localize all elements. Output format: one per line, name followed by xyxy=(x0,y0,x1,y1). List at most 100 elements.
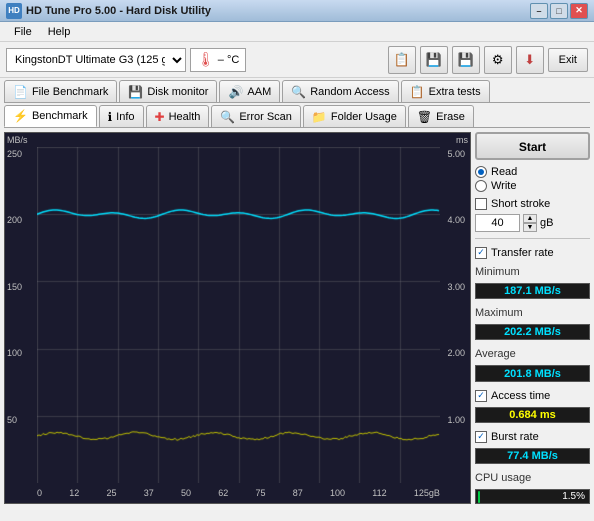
x-4: 50 xyxy=(181,488,191,498)
tab-folder-usage[interactable]: 📁 Folder Usage xyxy=(303,105,406,127)
transfer-rate-label: Transfer rate xyxy=(491,247,554,259)
radio-read[interactable]: Read xyxy=(475,166,590,178)
toolbar-btn-1[interactable]: 📋 xyxy=(388,46,416,74)
start-button[interactable]: Start xyxy=(475,132,590,160)
temp-value: – °C xyxy=(218,54,240,66)
average-value: 201.8 MB/s xyxy=(475,365,590,381)
radio-read-circle xyxy=(475,166,487,178)
tab-health-label: Health xyxy=(169,111,201,123)
radio-write-label: Write xyxy=(491,180,516,192)
burst-rate-label: Burst rate xyxy=(491,431,539,443)
menu-file[interactable]: File xyxy=(6,24,40,40)
spinbox-input[interactable] xyxy=(475,214,520,232)
benchmark-canvas xyxy=(37,147,440,483)
transfer-rate-row: ✓ Transfer rate xyxy=(475,247,590,259)
tab-random-access[interactable]: 🔍 Random Access xyxy=(282,80,398,102)
folder-usage-icon: 📁 xyxy=(312,110,327,124)
tab-erase-label: Erase xyxy=(436,111,465,123)
y-left-0: 250 xyxy=(7,149,39,159)
maximize-button[interactable]: □ xyxy=(550,3,568,19)
tab-error-scan-label: Error Scan xyxy=(239,111,292,123)
radio-read-label: Read xyxy=(491,166,517,178)
tab-aam[interactable]: 🔊 AAM xyxy=(219,80,280,102)
cpu-usage-label: CPU usage xyxy=(475,472,590,484)
y-right-4: 1.00 xyxy=(438,415,468,425)
chart-y-labels-left: 250 200 150 100 50 xyxy=(7,147,39,483)
access-time-value: 0.684 ms xyxy=(475,407,590,423)
cpu-bar-container: 1.5% xyxy=(475,489,590,504)
tab-folder-usage-label: Folder Usage xyxy=(331,111,397,123)
y-left-3: 100 xyxy=(7,348,39,358)
random-access-icon: 🔍 xyxy=(291,85,306,99)
window-controls: – □ ✕ xyxy=(530,3,588,19)
tab-info[interactable]: ℹ Info xyxy=(99,105,144,127)
disk-monitor-icon: 💾 xyxy=(128,85,143,99)
minimize-button[interactable]: – xyxy=(530,3,548,19)
toolbar-btn-3[interactable]: 💾 xyxy=(452,46,480,74)
tab-random-access-label: Random Access xyxy=(310,86,389,98)
x-3: 37 xyxy=(144,488,154,498)
tab-extra-tests[interactable]: 📋 Extra tests xyxy=(401,80,490,102)
tab-benchmark-label: Benchmark xyxy=(32,110,88,122)
toolbar-btn-5[interactable]: ⬇ xyxy=(516,46,544,74)
drive-select[interactable]: KingstonDT Ultimate G3 (125 gB) xyxy=(6,48,186,72)
info-icon: ℹ xyxy=(108,110,113,124)
radio-group: Read Write xyxy=(475,164,590,194)
app-icon: HD xyxy=(6,3,22,19)
tab-extra-tests-label: Extra tests xyxy=(429,86,481,98)
minimum-label: Minimum xyxy=(475,266,590,278)
y-right-1: 4.00 xyxy=(438,215,468,225)
spin-down[interactable]: ▼ xyxy=(523,223,537,232)
x-0: 0 xyxy=(37,488,42,498)
gb-label: gB xyxy=(540,217,553,229)
x-7: 87 xyxy=(293,488,303,498)
spin-up[interactable]: ▲ xyxy=(523,214,537,223)
transfer-rate-checkbox[interactable]: ✓ xyxy=(475,247,487,259)
chart-x-labels: 0 12 25 37 50 62 75 87 100 112 125gB xyxy=(37,483,440,503)
short-stroke-check[interactable]: Short stroke xyxy=(475,198,590,210)
y-left-2: 150 xyxy=(7,282,39,292)
burst-rate-value: 77.4 MB/s xyxy=(475,448,590,464)
burst-rate-checkbox[interactable]: ✓ xyxy=(475,431,487,443)
top-tabs-row: 📄 File Benchmark 💾 Disk monitor 🔊 AAM 🔍 … xyxy=(0,78,594,102)
chart-area: MB/s ms 250 200 150 100 50 5.00 4.00 3.0… xyxy=(4,132,471,504)
y-right-3: 2.00 xyxy=(438,348,468,358)
chart-inner xyxy=(37,147,440,483)
burst-rate-row: ✓ Burst rate xyxy=(475,431,590,443)
close-button[interactable]: ✕ xyxy=(570,3,588,19)
access-time-checkbox[interactable]: ✓ xyxy=(475,390,487,402)
exit-button[interactable]: Exit xyxy=(548,48,588,72)
top-tabs-container: 📄 File Benchmark 💾 Disk monitor 🔊 AAM 🔍 … xyxy=(0,78,594,128)
tab-health[interactable]: ✚ Health xyxy=(146,105,210,127)
cpu-usage-value: 1.5% xyxy=(562,491,585,502)
chart-y-labels-right: 5.00 4.00 3.00 2.00 1.00 xyxy=(438,147,468,483)
main-content: MB/s ms 250 200 150 100 50 5.00 4.00 3.0… xyxy=(0,128,594,508)
spin-buttons: ▲ ▼ xyxy=(523,214,537,232)
toolbar-btn-2[interactable]: 💾 xyxy=(420,46,448,74)
x-10: 125gB xyxy=(414,488,440,498)
tab-benchmark[interactable]: ⚡ Benchmark xyxy=(4,105,97,127)
y-right-0: 5.00 xyxy=(438,149,468,159)
aam-icon: 🔊 xyxy=(228,85,243,99)
y-left-1: 200 xyxy=(7,215,39,225)
menu-bar: File Help xyxy=(0,22,594,42)
tab-info-label: Info xyxy=(116,111,134,123)
cpu-bar xyxy=(478,491,480,503)
tab-erase[interactable]: 🗑 Erase xyxy=(408,105,474,127)
tab-aam-label: AAM xyxy=(247,86,271,98)
tab-disk-monitor[interactable]: 💾 Disk monitor xyxy=(119,80,217,102)
minimum-value: 187.1 MB/s xyxy=(475,283,590,299)
y-right-2: 3.00 xyxy=(438,282,468,292)
maximum-label: Maximum xyxy=(475,307,590,319)
menu-help[interactable]: Help xyxy=(40,24,79,40)
bottom-tabs-row: ⚡ Benchmark ℹ Info ✚ Health 🔍 Error Scan… xyxy=(0,103,594,127)
tab-file-benchmark[interactable]: 📄 File Benchmark xyxy=(4,80,117,102)
file-benchmark-icon: 📄 xyxy=(13,85,28,99)
access-time-label: Access time xyxy=(491,390,550,402)
benchmark-icon: ⚡ xyxy=(13,109,28,123)
temp-display: 🌡 – °C xyxy=(190,48,246,72)
toolbar-btn-4[interactable]: ⚙ xyxy=(484,46,512,74)
tab-error-scan[interactable]: 🔍 Error Scan xyxy=(211,105,301,127)
thermometer-icon: 🌡 xyxy=(197,51,215,68)
radio-write[interactable]: Write xyxy=(475,180,590,192)
